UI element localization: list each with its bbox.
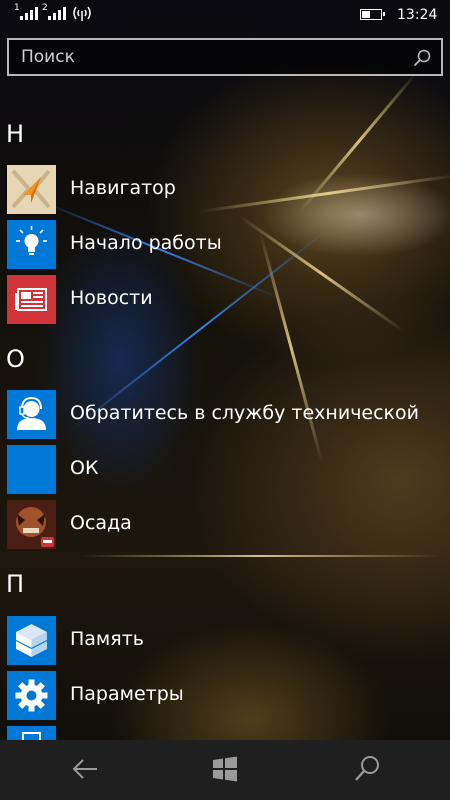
app-label: Начало работы	[70, 232, 222, 254]
app-label: Обратитесь в службу технической	[70, 402, 420, 424]
sim1-label: 1	[14, 3, 20, 13]
game-icon	[7, 500, 56, 549]
signal-strength-sim1-icon: 1	[14, 3, 38, 20]
clock: 13:24	[397, 7, 438, 23]
storage-cube-icon	[7, 616, 56, 665]
app-item-settings[interactable]: Параметры	[0, 671, 450, 723]
app-tile-partial-icon	[7, 726, 56, 740]
search-icon	[413, 49, 431, 67]
search-box[interactable]: Поиск	[7, 38, 443, 76]
app-label: ОК	[70, 457, 99, 479]
navigator-icon	[7, 165, 56, 214]
back-arrow-icon[interactable]	[70, 754, 100, 784]
app-label: Навигатор	[70, 177, 176, 199]
signal-strength-sim2-icon: 2	[42, 3, 66, 20]
ok-icon	[7, 445, 56, 494]
search-input[interactable]: Поиск	[21, 47, 75, 67]
support-person-icon	[7, 390, 56, 439]
section-letter-p[interactable]: П	[6, 570, 24, 598]
app-label: Осада	[70, 512, 132, 534]
section-letter-n[interactable]: Н	[6, 120, 24, 148]
windows-logo-icon[interactable]	[210, 754, 240, 784]
gear-icon	[7, 671, 56, 720]
app-label: Память	[70, 628, 144, 650]
app-label: Параметры	[70, 683, 184, 705]
search-icon[interactable]	[352, 754, 382, 784]
app-item-partial[interactable]	[0, 726, 450, 740]
news-icon	[7, 275, 56, 324]
wifi-icon	[73, 6, 91, 21]
navigation-bar	[0, 740, 450, 800]
battery-icon	[360, 9, 385, 20]
app-item-navigator[interactable]: Навигатор	[0, 165, 450, 217]
lightbulb-icon	[7, 220, 56, 269]
app-item-support[interactable]: Обратитесь в службу технической	[0, 390, 450, 442]
status-bar: 1 2 13:24	[0, 0, 450, 32]
section-letter-o[interactable]: О	[6, 345, 25, 373]
app-item-storage[interactable]: Память	[0, 616, 450, 668]
app-item-getting-started[interactable]: Начало работы	[0, 220, 450, 272]
app-item-ok[interactable]: ОК	[0, 445, 450, 497]
app-item-osada[interactable]: Осада	[0, 500, 450, 552]
app-label: Новости	[70, 287, 153, 309]
sim2-label: 2	[42, 3, 48, 13]
app-item-news[interactable]: Новости	[0, 275, 450, 327]
